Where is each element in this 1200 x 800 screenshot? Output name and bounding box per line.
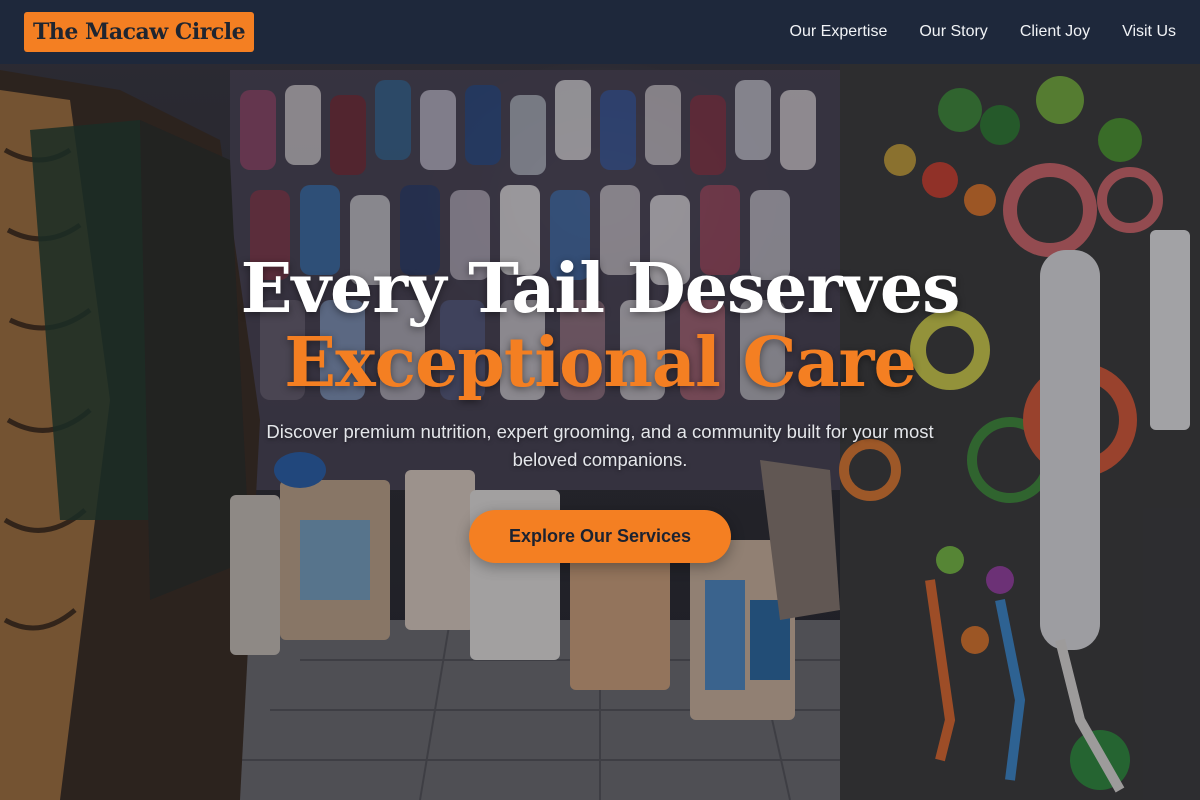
main-nav: Our Expertise Our Story Client Joy Visit… xyxy=(758,23,1176,41)
nav-link-visit-us[interactable]: Visit Us xyxy=(1122,23,1176,41)
nav-link-client-joy[interactable]: Client Joy xyxy=(1020,23,1090,41)
nav-link-our-story[interactable]: Our Story xyxy=(919,23,987,41)
hero-headline: Every Tail Deserves Exceptional Care xyxy=(0,252,1200,400)
nav-link-our-expertise[interactable]: Our Expertise xyxy=(790,23,888,41)
brand-logo[interactable]: The Macaw Circle xyxy=(24,12,255,52)
hero-headline-line-2-accent: Exceptional Care xyxy=(284,323,916,403)
hero-subheadline: Discover premium nutrition, expert groom… xyxy=(266,421,934,470)
hero-section: Every Tail Deserves Exceptional Care Dis… xyxy=(0,252,1200,563)
top-navigation-bar: The Macaw Circle Our Expertise Our Story… xyxy=(0,0,1200,64)
explore-services-button[interactable]: Explore Our Services xyxy=(468,510,732,563)
hero-headline-line-1: Every Tail Deserves xyxy=(240,249,961,329)
